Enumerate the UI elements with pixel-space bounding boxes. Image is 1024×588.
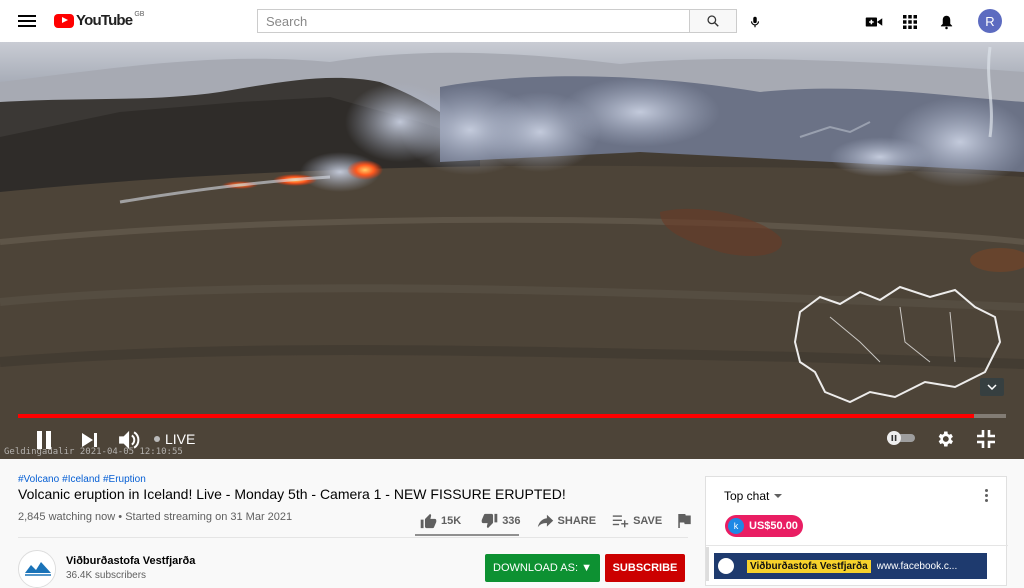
apps-button[interactable] bbox=[899, 11, 921, 33]
progress-bar-fill bbox=[18, 414, 975, 418]
youtube-play-logo-icon bbox=[54, 13, 74, 28]
like-count: 15K bbox=[441, 515, 462, 527]
menu-icon[interactable] bbox=[16, 12, 38, 30]
youtube-logo[interactable]: YouTube GB bbox=[54, 11, 145, 29]
channel-name[interactable]: Viðburðastofa Vestfjarða bbox=[66, 555, 195, 567]
chat-divider bbox=[706, 545, 1008, 546]
chat-mode-dropdown[interactable]: Top chat bbox=[724, 489, 784, 503]
hashtag-link[interactable]: #Iceland bbox=[62, 474, 100, 485]
channel-logo-icon bbox=[19, 551, 55, 587]
add-to-playlist-icon bbox=[612, 515, 629, 528]
account-avatar[interactable]: R bbox=[978, 9, 1002, 33]
thumbs-down-icon bbox=[481, 513, 498, 529]
video-actions: 15K 336 SHARE SAVE bbox=[420, 510, 695, 532]
save-button[interactable]: SAVE bbox=[612, 514, 662, 528]
kebab-icon bbox=[998, 550, 1002, 564]
superchat-ticker-chip[interactable]: k US$50.00 bbox=[725, 515, 803, 537]
like-sentiment-bar bbox=[415, 534, 519, 536]
settings-button[interactable] bbox=[933, 427, 957, 451]
search-icon bbox=[707, 15, 719, 27]
divider bbox=[18, 537, 688, 538]
search-button[interactable] bbox=[689, 9, 737, 33]
share-icon bbox=[537, 514, 553, 528]
dislike-count: 336 bbox=[502, 515, 521, 527]
settings-gear-icon bbox=[938, 431, 953, 447]
next-button[interactable] bbox=[79, 428, 101, 452]
live-label: LIVE bbox=[165, 431, 196, 447]
video-frame: Geldingadalir 2021-04-05 12:10:55 bbox=[0, 42, 1024, 459]
live-chat-panel: Top chat k US$50.00 Viðburðastofa Vestfj… bbox=[705, 476, 1008, 586]
progress-bar[interactable] bbox=[18, 414, 1006, 418]
chevron-down-icon bbox=[987, 384, 997, 390]
flag-icon bbox=[678, 514, 691, 528]
exit-fullscreen-button[interactable] bbox=[974, 427, 998, 451]
video-meta: 2,845 watching now • Started streaming o… bbox=[18, 511, 293, 523]
masthead: YouTube GB Search R bbox=[0, 0, 1024, 42]
notifications-button[interactable] bbox=[935, 11, 957, 33]
thumbs-up-icon bbox=[420, 513, 437, 529]
chat-mode-label: Top chat bbox=[724, 489, 770, 503]
create-video-icon bbox=[865, 17, 883, 27]
live-indicator[interactable]: LIVE bbox=[154, 431, 195, 447]
next-icon bbox=[82, 433, 97, 447]
create-video-button[interactable] bbox=[863, 11, 885, 33]
superchat-avatar: k bbox=[728, 518, 744, 534]
channel-avatar[interactable] bbox=[18, 550, 56, 588]
share-button[interactable]: SHARE bbox=[537, 514, 597, 528]
pinned-author-name: Viðburðastofa Vestfjarða bbox=[747, 559, 871, 573]
report-button[interactable] bbox=[678, 514, 695, 528]
video-title: Volcanic eruption in Iceland! Live - Mon… bbox=[18, 486, 566, 502]
live-dot-icon bbox=[154, 436, 160, 442]
pinned-author-avatar bbox=[718, 558, 734, 574]
volume-icon bbox=[119, 430, 140, 450]
volume-button[interactable] bbox=[117, 427, 143, 453]
logo-text: YouTube bbox=[76, 12, 133, 29]
video-player[interactable]: Geldingadalir 2021-04-05 12:10:55 LIVE bbox=[0, 42, 1024, 459]
pause-icon bbox=[37, 431, 51, 449]
chat-more-options-icon[interactable] bbox=[978, 487, 994, 503]
autoplay-toggle[interactable] bbox=[884, 430, 918, 446]
exit-fullscreen-icon bbox=[977, 430, 995, 448]
search-input[interactable]: Search bbox=[257, 9, 689, 33]
search-placeholder: Search bbox=[266, 13, 308, 29]
apps-grid-icon bbox=[903, 15, 917, 29]
save-label: SAVE bbox=[633, 515, 663, 527]
watching-count: 2,845 watching now bbox=[18, 511, 116, 523]
dislike-button[interactable]: 336 bbox=[481, 513, 521, 529]
voice-search-button[interactable] bbox=[744, 11, 766, 33]
collapse-overlay-button[interactable] bbox=[980, 378, 1004, 396]
hashtag-link[interactable]: #Volcano bbox=[18, 474, 59, 485]
caret-down-icon bbox=[774, 494, 783, 498]
share-label: SHARE bbox=[557, 515, 597, 527]
stream-start-date: Started streaming on 31 Mar 2021 bbox=[125, 511, 293, 523]
subscribe-button[interactable]: SUBSCRIBE bbox=[605, 554, 685, 582]
notifications-bell-icon bbox=[940, 15, 952, 30]
logo-country-code: GB bbox=[134, 11, 145, 18]
mic-icon bbox=[750, 16, 760, 28]
like-button[interactable]: 15K bbox=[420, 513, 461, 529]
hashtag-link[interactable]: #Eruption bbox=[103, 474, 146, 485]
superchat-amount: US$50.00 bbox=[749, 520, 798, 532]
pinned-message[interactable]: Viðburðastofa Vestfjarða www.facebook.c.… bbox=[714, 553, 987, 579]
autoplay-toggle-icon bbox=[887, 431, 915, 445]
hashtags: #Volcano #Iceland #Eruption bbox=[18, 474, 149, 485]
download-as-button[interactable]: DOWNLOAD AS: ▼ bbox=[485, 554, 600, 582]
pinned-message-text: www.facebook.c... bbox=[876, 560, 958, 572]
pause-button[interactable] bbox=[32, 428, 56, 452]
